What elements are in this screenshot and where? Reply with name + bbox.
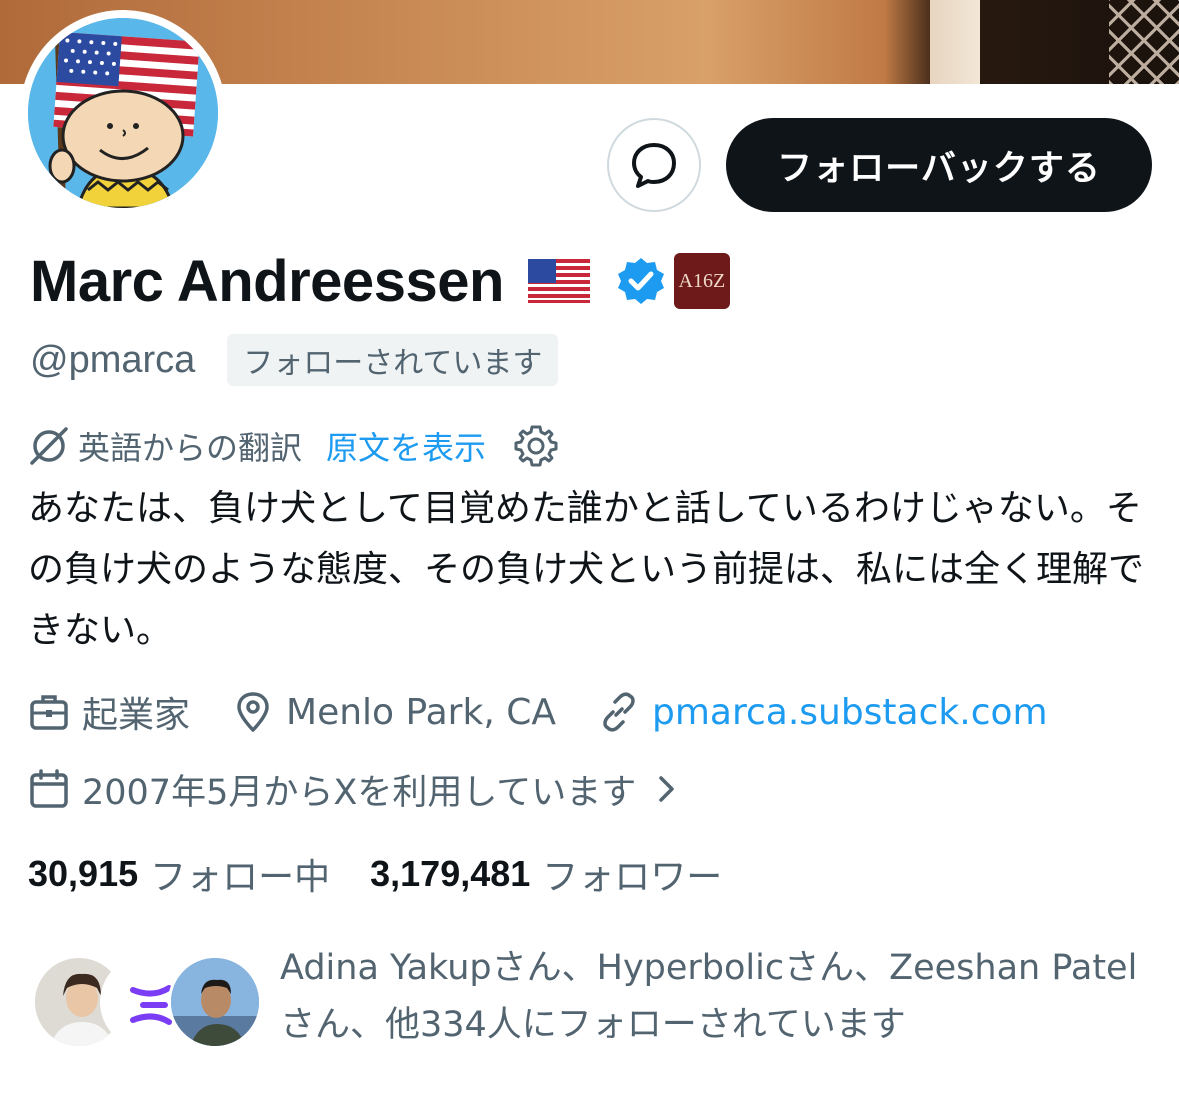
avatar-illustration — [28, 18, 218, 208]
affiliate-badge-icon[interactable]: A16Z — [673, 253, 730, 309]
chevron-right-icon — [659, 776, 675, 802]
joined-text: 2007年5月からXを利用しています — [82, 772, 637, 813]
location-pin-icon — [237, 692, 269, 732]
person-avatar — [171, 958, 259, 1046]
website-item[interactable]: pmarca.substack.com — [598, 691, 1048, 733]
link-icon — [603, 692, 635, 732]
followers-count[interactable]: 3,179,481 — [370, 853, 530, 895]
calendar-icon — [30, 769, 68, 808]
name-row: Marc Andreessen A16Z — [30, 246, 730, 316]
profile-meta-row: 起業家 Menlo Park, CA pmarca.substack.com — [28, 686, 1090, 738]
translation-label: 英語からの翻訳 — [78, 429, 303, 467]
flag-icon — [527, 259, 590, 303]
gear-icon[interactable] — [514, 424, 558, 468]
avatar[interactable] — [28, 18, 218, 208]
follow-back-button[interactable]: フォローバックする — [726, 118, 1152, 212]
website-link[interactable]: pmarca.substack.com — [652, 692, 1048, 733]
location-text: Menlo Park, CA — [286, 691, 556, 733]
bio-text: あなたは、負け犬として目覚めた誰かと話しているわけじゃない。その負け犬のような態… — [28, 488, 1145, 651]
user-handle: @pmarca — [30, 338, 196, 381]
occupation-text: 起業家 — [82, 695, 191, 736]
following-count[interactable]: 30,915 — [28, 853, 138, 895]
follower-avatar-3 — [168, 955, 262, 1049]
following-label[interactable]: フォロー中 — [150, 848, 330, 900]
message-button[interactable] — [607, 118, 701, 212]
show-original-link[interactable]: 原文を表示 — [326, 423, 486, 469]
followed-by-avatars[interactable] — [32, 955, 262, 1049]
follow-stats: 30,915 フォロー中 3,179,481 フォロワー — [28, 848, 762, 900]
handle-row: @pmarca フォローされています — [30, 334, 559, 386]
banner-pillar — [930, 0, 980, 84]
briefcase-icon — [30, 695, 68, 730]
joined-row[interactable]: 2007年5月からXを利用しています — [28, 763, 690, 815]
display-name: Marc Andreessen — [30, 248, 504, 314]
followers-label[interactable]: フォロワー — [542, 848, 722, 900]
location-item: Menlo Park, CA — [232, 691, 556, 733]
follows-you-badge: フォローされています — [227, 334, 559, 386]
banner-tower — [1109, 0, 1179, 84]
verified-badge-icon[interactable] — [616, 256, 666, 306]
occupation-item: 起業家 — [28, 686, 190, 738]
followed-by-text[interactable]: Adina Yakupさん、Hyperbolicさん、Zeeshan Patel… — [280, 940, 1140, 1054]
translate-icon — [30, 427, 68, 465]
message-icon — [632, 143, 676, 188]
translation-row: 英語からの翻訳 原文を表示 — [28, 420, 558, 472]
